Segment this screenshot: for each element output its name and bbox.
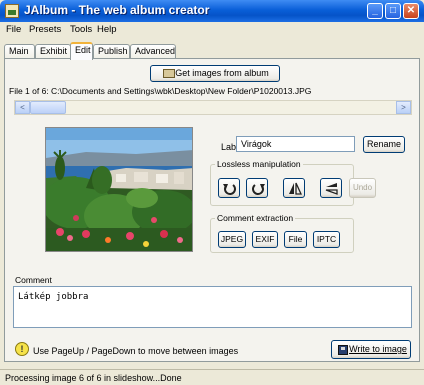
maximize-button[interactable]: □	[385, 3, 401, 19]
flip-horizontal-button[interactable]	[283, 178, 305, 198]
menu-tools[interactable]: Tools	[70, 24, 92, 35]
rotate-right-icon	[252, 184, 265, 195]
album-icon	[163, 69, 175, 78]
get-images-button[interactable]: Get images from album	[150, 65, 280, 82]
rename-button[interactable]: Rename	[363, 136, 405, 153]
app-icon	[5, 4, 19, 18]
scroll-thumb[interactable]	[30, 101, 66, 114]
minimize-button[interactable]: _	[367, 3, 383, 19]
lossless-title: Lossless manipulation	[215, 159, 303, 169]
iptc-button[interactable]: IPTC	[313, 231, 340, 248]
menu-file[interactable]: File	[6, 24, 21, 35]
status-bar: Processing image 6 of 6 in slideshow...D…	[0, 369, 424, 385]
image-scrollbar[interactable]: < >	[14, 100, 412, 115]
close-button[interactable]: ✕	[403, 3, 419, 19]
tab-exhibit[interactable]: Exhibit	[35, 44, 71, 59]
tab-publish[interactable]: Publish	[93, 44, 130, 59]
status-text: Processing image 6 of 6 in slideshow...D…	[5, 373, 182, 383]
navigation-hint: Use PageUp / PageDown to move between im…	[33, 346, 239, 356]
write-to-image-button[interactable]: Write to image	[331, 340, 411, 359]
flip-vertical-icon	[325, 183, 338, 195]
scroll-left-icon[interactable]: <	[15, 101, 30, 114]
file-info: File 1 of 6: C:\Documents and Settings\w…	[9, 86, 312, 96]
file-button[interactable]: File	[284, 231, 307, 248]
rotate-left-icon	[223, 184, 236, 195]
comment-extraction-title: Comment extraction	[215, 213, 296, 223]
jpeg-button[interactable]: JPEG	[218, 231, 246, 248]
tab-main[interactable]: Main	[4, 44, 35, 59]
photo-landscape	[46, 128, 192, 251]
lightbulb-icon: !	[15, 342, 29, 356]
exif-button[interactable]: EXIF	[252, 231, 278, 248]
comment-textarea[interactable]: Látkép jobbra	[13, 286, 412, 328]
window-title: JAlbum - The web album creator	[24, 3, 210, 17]
image-preview	[45, 127, 193, 252]
comment-caption: Comment	[15, 275, 52, 285]
rotate-left-button[interactable]	[218, 178, 240, 198]
scroll-right-icon[interactable]: >	[396, 101, 411, 114]
label-input[interactable]	[236, 136, 355, 152]
get-images-label: Get images from album	[175, 68, 269, 78]
menu-presets[interactable]: Presets	[29, 24, 61, 35]
save-disk-icon	[338, 345, 348, 355]
tab-advanced[interactable]: Advanced	[130, 44, 176, 59]
undo-button[interactable]: Undo	[349, 178, 376, 198]
flip-vertical-button[interactable]	[320, 178, 342, 198]
title-bar[interactable]: JAlbum - The web album creator _ □ ✕	[0, 0, 424, 22]
menu-bar: File Presets Tools Help	[0, 22, 424, 38]
menu-help[interactable]: Help	[97, 24, 117, 35]
tab-edit[interactable]: Edit	[70, 42, 93, 60]
rotate-right-button[interactable]	[246, 178, 268, 198]
write-to-image-label: Write to image	[349, 344, 407, 354]
flip-horizontal-icon	[289, 182, 303, 195]
